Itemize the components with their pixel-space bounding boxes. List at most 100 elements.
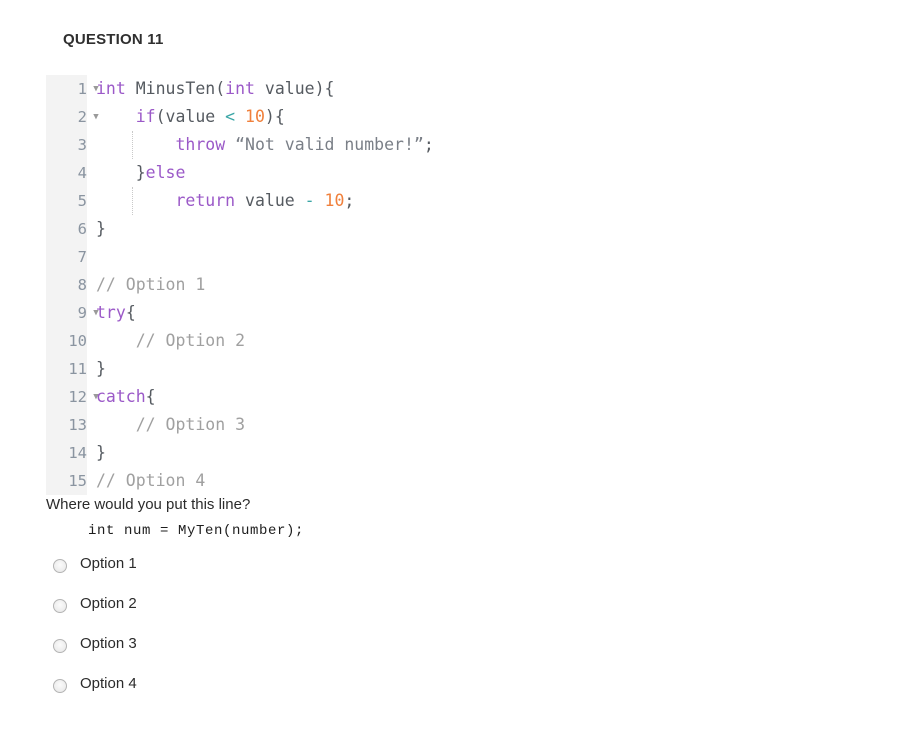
- line-number: 3: [46, 131, 87, 159]
- code-token: try: [96, 303, 126, 322]
- answer-option-label[interactable]: Option 1: [80, 553, 137, 575]
- radio-button-option-1[interactable]: [53, 559, 67, 573]
- code-token: else: [145, 163, 186, 182]
- code-line-text: throw “Not valid number!”;: [96, 131, 434, 159]
- code-token: int: [225, 79, 255, 98]
- code-token: {: [145, 387, 156, 406]
- code-line: 2 ▼ if(value < 10){: [46, 103, 806, 131]
- code-token: // Option 1: [96, 275, 206, 294]
- code-line: 4 }else: [46, 159, 806, 187]
- code-line-text: }: [96, 215, 106, 243]
- code-line-text: catch{: [96, 383, 156, 411]
- line-number: 2: [46, 103, 87, 131]
- answer-option-label[interactable]: Option 3: [80, 633, 137, 655]
- code-line-text: // Option 3: [96, 411, 245, 439]
- code-line: 12 ▼ catch{: [46, 383, 806, 411]
- code-lines: 1 ▼ int MinusTen(int value){2 ▼ if(value < …: [46, 75, 806, 495]
- answer-option-label[interactable]: Option 2: [80, 593, 137, 615]
- code-token: catch: [96, 387, 146, 406]
- answer-option-row[interactable]: Option 2: [53, 593, 353, 633]
- code-line: 8 // Option 1: [46, 271, 806, 299]
- line-number: 14: [46, 439, 87, 467]
- code-line-text: try{: [96, 299, 136, 327]
- code-line-text: int MinusTen(int value){: [96, 75, 334, 103]
- line-number: 11: [46, 355, 87, 383]
- code-line-text: return value - 10;: [96, 187, 354, 215]
- code-line: 1 ▼ int MinusTen(int value){: [46, 75, 806, 103]
- code-token: -: [304, 191, 315, 210]
- code-token: 10: [324, 191, 345, 210]
- code-token: {: [125, 303, 136, 322]
- code-line: 6}: [46, 215, 806, 243]
- line-number: 5: [46, 187, 87, 215]
- code-token: ;: [423, 135, 434, 154]
- quiz-question-page: QUESTION 11 1 ▼ int MinusTen(int value){2 ▼…: [0, 0, 897, 734]
- line-number: 6: [46, 215, 87, 243]
- code-line: 13 // Option 3: [46, 411, 806, 439]
- code-snippet-line: int num = MyTen(number);: [88, 523, 305, 539]
- radio-button-option-2[interactable]: [53, 599, 67, 613]
- radio-button-option-4[interactable]: [53, 679, 67, 693]
- code-token: // Option 3: [135, 415, 246, 434]
- code-block: 1 ▼ int MinusTen(int value){2 ▼ if(value < …: [46, 75, 806, 495]
- line-number: 13: [46, 411, 87, 439]
- line-number: 10: [46, 327, 87, 355]
- code-token: }: [96, 163, 146, 182]
- code-token: ){: [264, 107, 285, 126]
- code-token: if: [135, 107, 156, 126]
- line-number: 15: [46, 467, 87, 495]
- line-number: 9: [46, 299, 87, 327]
- code-line: 11}: [46, 355, 806, 383]
- code-line-text: }: [96, 439, 106, 467]
- code-line-text: // Option 2: [96, 327, 245, 355]
- answer-options-list: Option 1 Option 2 Option 3 Option 4: [53, 553, 353, 713]
- code-line-text: }: [96, 355, 106, 383]
- line-number: 7: [46, 243, 87, 271]
- code-token: MinusTen(: [125, 79, 226, 98]
- line-number: 8: [46, 271, 87, 299]
- code-token: (value: [155, 107, 226, 126]
- prompt-question-text: Where would you put this line?: [46, 496, 251, 513]
- code-line-text: }else: [96, 159, 186, 187]
- code-token: }: [96, 219, 106, 238]
- code-line: 15 // Option 4: [46, 467, 806, 495]
- line-number: 12: [46, 383, 87, 411]
- code-line: 14}: [46, 439, 806, 467]
- code-line: 3 throw “Not valid number!”;: [46, 131, 806, 159]
- code-token: value: [235, 191, 305, 210]
- code-token: value){: [254, 79, 335, 98]
- code-token: }: [96, 359, 106, 378]
- code-line: 10 // Option 2: [46, 327, 806, 355]
- code-token: ;: [344, 191, 355, 210]
- answer-option-row[interactable]: Option 1: [53, 553, 353, 593]
- answer-option-label[interactable]: Option 4: [80, 673, 137, 695]
- code-token: return: [175, 191, 236, 210]
- indent-guide: [132, 131, 133, 159]
- code-token: // Option 4: [96, 471, 206, 490]
- code-token: “Not valid number!”: [235, 135, 424, 154]
- code-line: 5 return value - 10;: [46, 187, 806, 215]
- code-line-text: if(value < 10){: [96, 103, 285, 131]
- line-number: 4: [46, 159, 87, 187]
- code-token: }: [96, 443, 106, 462]
- code-token: 10: [245, 107, 265, 126]
- radio-button-option-3[interactable]: [53, 639, 67, 653]
- indent-guide: [132, 187, 133, 215]
- code-line: 9 ▼ try{: [46, 299, 806, 327]
- code-token: // Option 2: [135, 331, 246, 350]
- code-token: throw: [175, 135, 226, 154]
- code-line-text: // Option 4: [96, 467, 205, 495]
- code-line: 7: [46, 243, 806, 271]
- code-token: <: [225, 107, 236, 126]
- line-number: 1: [46, 75, 87, 103]
- answer-option-row[interactable]: Option 4: [53, 673, 353, 713]
- answer-option-row[interactable]: Option 3: [53, 633, 353, 673]
